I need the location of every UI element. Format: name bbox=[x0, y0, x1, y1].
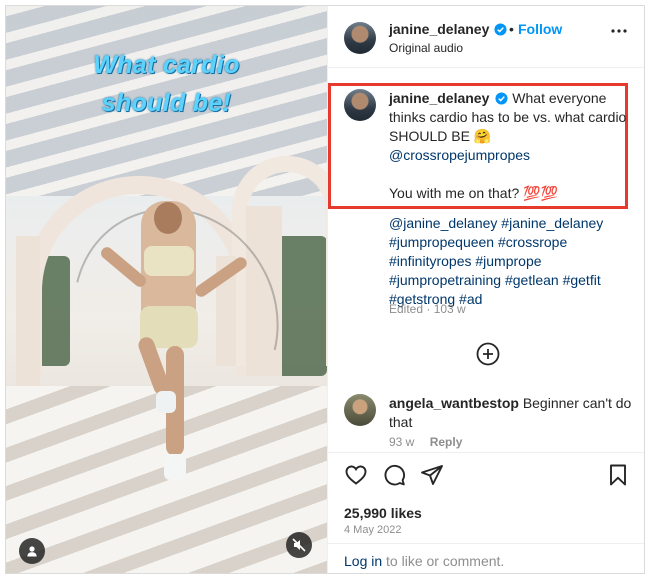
muted-speaker-icon bbox=[292, 538, 306, 552]
heart-icon[interactable] bbox=[344, 463, 368, 487]
user-icon bbox=[27, 546, 37, 557]
edited-timestamp: Edited · 103 w bbox=[389, 302, 466, 316]
hashtag-list: @janine_delaney #janine_delaney #jumprop… bbox=[389, 214, 629, 309]
overlay-text-line1: What cardio bbox=[93, 51, 240, 79]
caption-mention-link[interactable]: @crossropejumpropes bbox=[389, 147, 530, 163]
post-frame: What cardio should be! janine_delaney • bbox=[5, 5, 645, 574]
more-options-icon[interactable] bbox=[610, 28, 628, 34]
post-details-panel: janine_delaney • Follow Original audio j… bbox=[327, 6, 644, 573]
audio-link[interactable]: Original audio bbox=[389, 41, 463, 55]
header-separator: • bbox=[509, 21, 514, 37]
verified-badge-icon bbox=[494, 23, 507, 36]
overlay-text-line2: should be! bbox=[101, 89, 232, 117]
caption-username[interactable]: janine_delaney bbox=[389, 90, 489, 106]
comment-age: 93 w bbox=[389, 435, 415, 449]
like-count[interactable]: 25,990 likes bbox=[344, 505, 422, 521]
comment-meta: 93 w Reply bbox=[389, 435, 462, 449]
person-shoe-raised bbox=[156, 391, 176, 413]
hashtag-line[interactable]: #jumpropetraining #getlean #getfit bbox=[389, 272, 601, 288]
load-more-comments-icon[interactable] bbox=[476, 342, 500, 366]
author-avatar[interactable] bbox=[344, 22, 376, 54]
hashtag-line[interactable]: #infinityropes #jumprope bbox=[389, 253, 542, 269]
caption-question: You with me on that? 💯💯 bbox=[389, 185, 558, 201]
mute-toggle-button[interactable] bbox=[286, 532, 312, 558]
post-date: 4 May 2022 bbox=[344, 524, 402, 536]
post-video[interactable]: What cardio should be! bbox=[6, 6, 327, 573]
login-prompt-text: to like or comment. bbox=[382, 553, 505, 569]
comment-item: angela_wantbestop Beginner can't do that bbox=[389, 394, 634, 432]
tagged-users-button[interactable] bbox=[19, 538, 45, 564]
commenter-avatar[interactable] bbox=[344, 394, 376, 426]
hashtag-line[interactable]: #jumpropequeen #crossrope bbox=[389, 234, 567, 250]
login-link[interactable]: Log in bbox=[344, 553, 382, 569]
login-prompt: Log in to like or comment. bbox=[328, 543, 644, 573]
share-icon[interactable] bbox=[420, 463, 444, 487]
follow-button[interactable]: Follow bbox=[518, 21, 562, 37]
commenter-username[interactable]: angela_wantbestop bbox=[389, 395, 519, 411]
bookmark-icon[interactable] bbox=[608, 463, 628, 487]
caption-author-avatar[interactable] bbox=[344, 89, 376, 121]
post-caption: janine_delaney What everyone thinks card… bbox=[389, 89, 629, 203]
pillar-left bbox=[16, 236, 40, 386]
hashtag-line[interactable]: @janine_delaney #janine_delaney bbox=[389, 215, 603, 231]
verified-badge-icon bbox=[495, 92, 508, 105]
person-top bbox=[144, 246, 194, 276]
action-bar: 25,990 likes 4 May 2022 Log in to like o… bbox=[328, 452, 644, 573]
comment-icon[interactable] bbox=[382, 463, 406, 487]
person-shoe bbox=[164, 454, 186, 480]
post-header: janine_delaney • Follow Original audio bbox=[328, 6, 644, 68]
reply-button[interactable]: Reply bbox=[430, 435, 463, 449]
person-head bbox=[154, 202, 182, 234]
author-username[interactable]: janine_delaney bbox=[389, 21, 489, 37]
